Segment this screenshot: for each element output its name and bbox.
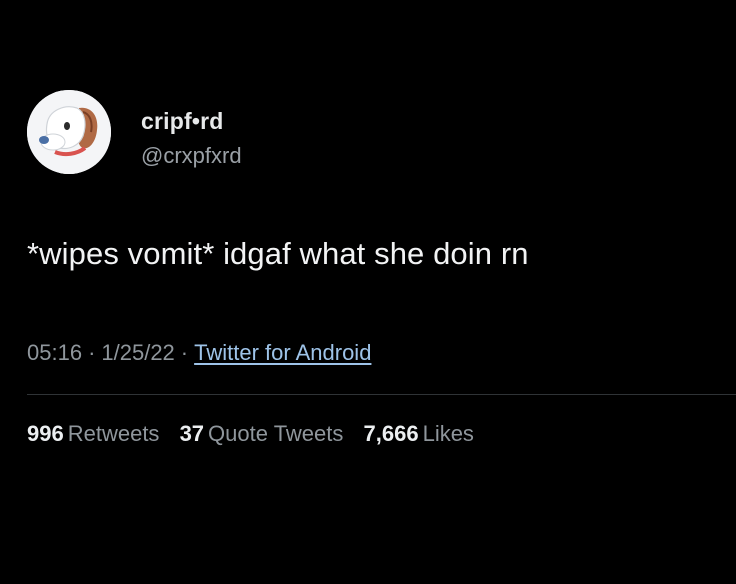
quote-tweets-stat[interactable]: 37 Quote Tweets xyxy=(180,421,344,447)
tweet-time[interactable]: 05:16 xyxy=(27,340,82,365)
meta-separator: · xyxy=(88,340,96,365)
author-handle[interactable]: @crxpfxrd xyxy=(141,143,242,169)
likes-label: Likes xyxy=(422,421,474,446)
tweet-meta: 05:16 · 1/25/22 · Twitter for Android xyxy=(27,340,371,366)
quote-tweets-count: 37 xyxy=(179,421,205,446)
dog-avatar-icon xyxy=(27,90,111,174)
tweet-stats: 996 Retweets 37 Quote Tweets 7,666 Likes xyxy=(27,421,488,447)
retweets-label: Retweets xyxy=(67,421,160,446)
quote-tweets-label: Quote Tweets xyxy=(208,421,344,446)
tweet-card: cripf•rd @crxpfxrd *wipes vomit* idgaf w… xyxy=(0,0,736,584)
retweets-count: 996 xyxy=(27,421,64,446)
author-avatar[interactable] xyxy=(27,90,111,174)
divider xyxy=(27,394,736,395)
retweets-stat[interactable]: 996 Retweets xyxy=(27,421,159,447)
tweet-text: *wipes vomit* idgaf what she doin rn xyxy=(27,236,529,271)
likes-stat[interactable]: 7,666 Likes xyxy=(364,421,474,447)
tweet-source-link[interactable]: Twitter for Android xyxy=(194,340,371,365)
likes-count: 7,666 xyxy=(363,421,419,446)
meta-separator: · xyxy=(180,340,189,365)
author-display-name[interactable]: cripf•rd xyxy=(141,108,224,135)
tweet-date[interactable]: 1/25/22 xyxy=(101,340,174,365)
